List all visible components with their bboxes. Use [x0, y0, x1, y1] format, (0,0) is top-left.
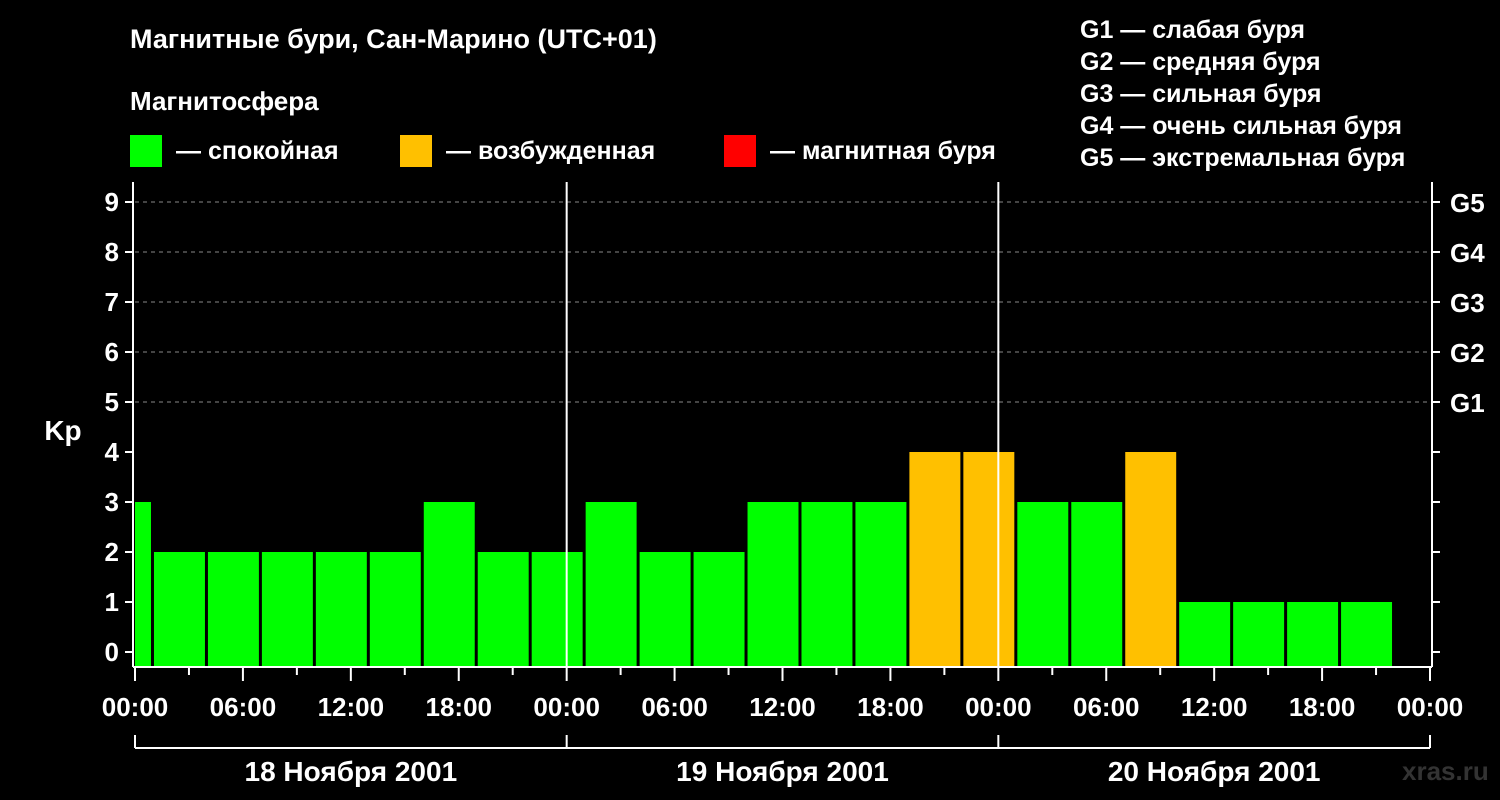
- kp-bar: [1233, 602, 1285, 667]
- x-tick-label: 00:00: [1397, 692, 1464, 722]
- x-tick-label: 06:00: [210, 692, 277, 722]
- kp-bar: [801, 502, 853, 667]
- watermark: xras.ru: [1402, 756, 1489, 786]
- kp-bar: [1017, 502, 1069, 667]
- kp-bar: [1125, 452, 1177, 667]
- g-tick-label: G3: [1450, 288, 1485, 318]
- y-tick-label: 6: [105, 337, 119, 367]
- kp-bar: [1071, 502, 1123, 667]
- y-tick-label: 3: [105, 487, 119, 517]
- kp-bar: [909, 452, 961, 667]
- kp-bar: [693, 552, 745, 667]
- kp-bar-chart: 0 1 2 3 4 5 6 7 8 9 G1 G2 G3 G4 G5 Kp 00:00 06:00 12:00 18:…: [44, 182, 1485, 787]
- y-tick-label: 9: [105, 187, 119, 217]
- g-tick-label: G2: [1450, 338, 1485, 368]
- x-tick-label: 00:00: [965, 692, 1032, 722]
- kp-bar: [207, 552, 259, 667]
- kp-bar: [1341, 602, 1393, 667]
- g-tick-label: G5: [1450, 188, 1485, 218]
- kp-bar: [423, 502, 475, 667]
- kp-bar: [477, 552, 529, 667]
- x-tick-label: 06:00: [641, 692, 708, 722]
- y-tick-label: 1: [105, 587, 119, 617]
- x-tick-label: 18:00: [1289, 692, 1356, 722]
- kp-bar: [315, 552, 367, 667]
- kp-bar: [153, 552, 205, 667]
- x-tick-label: 18:00: [857, 692, 924, 722]
- y-axis-label: Kp: [44, 415, 81, 446]
- kp-bar: [963, 452, 1015, 667]
- x-tick-label: 12:00: [749, 692, 816, 722]
- kp-bar: [531, 552, 583, 667]
- kp-bar: [1287, 602, 1339, 667]
- y-tick-label: 0: [105, 637, 119, 667]
- kp-bar: [1179, 602, 1231, 667]
- x-tick-label: 12:00: [1181, 692, 1248, 722]
- g-tick-label: G4: [1450, 238, 1485, 268]
- y-tick-label: 2: [105, 537, 119, 567]
- g-tick-label: G1: [1450, 388, 1485, 418]
- day-label: 19 Ноября 2001: [676, 756, 889, 787]
- x-tick-label: 00:00: [533, 692, 600, 722]
- kp-bar: [855, 502, 907, 667]
- y-tick-label: 5: [105, 387, 119, 417]
- kp-bar: [747, 502, 799, 667]
- day-label: 20 Ноября 2001: [1108, 756, 1321, 787]
- x-tick-label: 12:00: [318, 692, 385, 722]
- kp-bar: [585, 502, 637, 667]
- y-tick-label: 7: [105, 287, 119, 317]
- x-tick-label: 18:00: [426, 692, 493, 722]
- kp-bar: [261, 552, 313, 667]
- day-label: 18 Ноября 2001: [245, 756, 458, 787]
- x-tick-label: 00:00: [102, 692, 169, 722]
- kp-bar: [135, 502, 151, 667]
- kp-bar: [369, 552, 421, 667]
- y-tick-label: 4: [105, 437, 120, 467]
- y-tick-label: 8: [105, 237, 119, 267]
- kp-bar: [639, 552, 691, 667]
- x-tick-label: 06:00: [1073, 692, 1140, 722]
